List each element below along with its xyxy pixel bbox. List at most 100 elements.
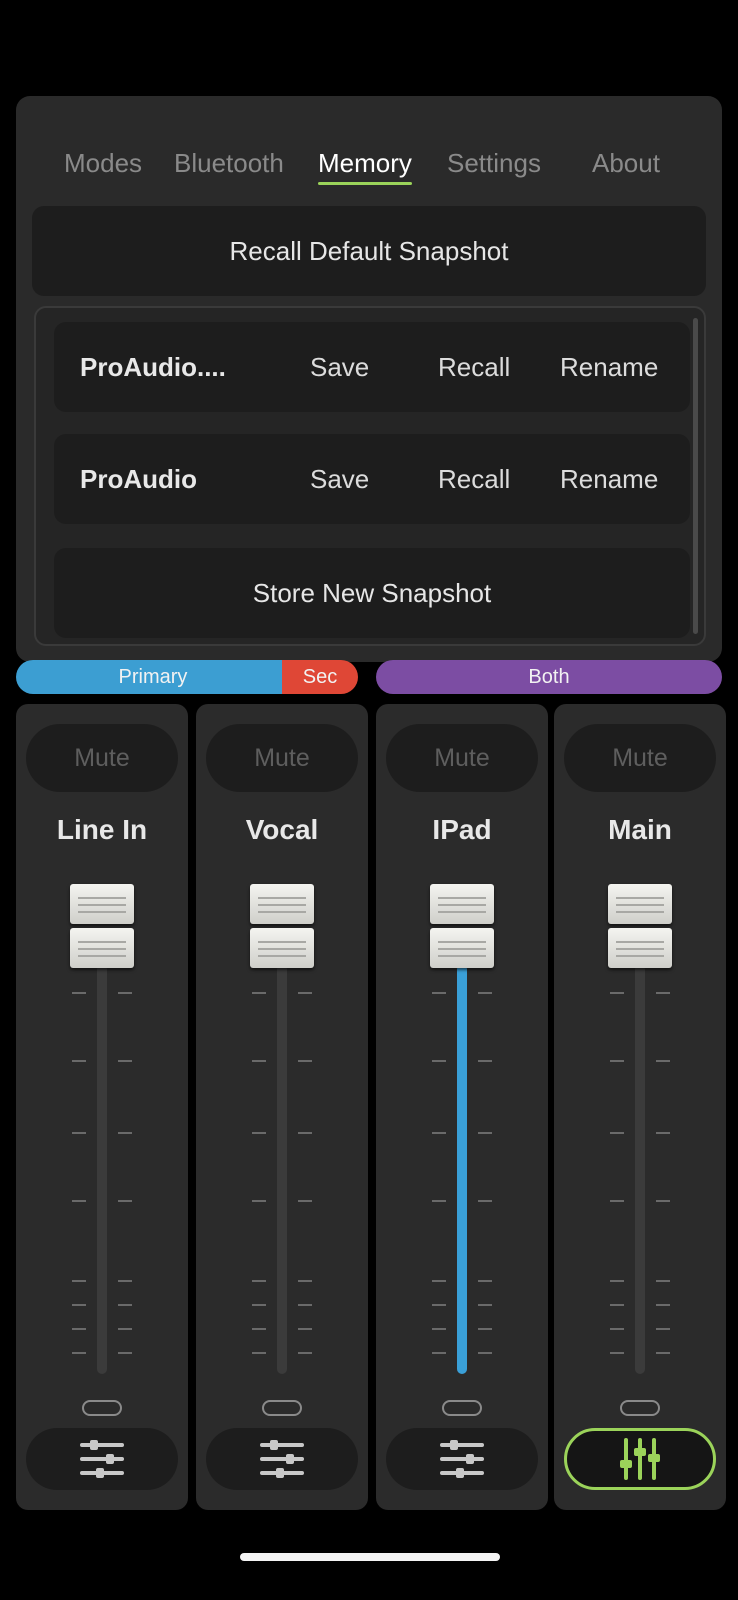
- clip-indicator: [442, 1400, 482, 1416]
- scale-tick: [432, 1328, 446, 1330]
- clip-indicator: [262, 1400, 302, 1416]
- scale-tick: [118, 1304, 132, 1306]
- scale-tick: [478, 992, 492, 994]
- scrollbar[interactable]: [693, 318, 698, 634]
- scale-tick: [298, 1352, 312, 1354]
- scale-tick: [432, 1280, 446, 1282]
- channel-name: Main: [608, 814, 672, 845]
- vertical-sliders-icon: [618, 1436, 662, 1482]
- scale-tick: [478, 1132, 492, 1134]
- channel-name: Vocal: [245, 814, 319, 845]
- scale-tick: [610, 1060, 624, 1062]
- sliders-icon: [78, 1437, 126, 1481]
- scale-tick: [298, 1280, 312, 1282]
- snapshot-list[interactable]: ProAudio.... Save Recall Rename ProAudio…: [34, 306, 706, 646]
- scale-tick: [252, 1328, 266, 1330]
- scale-tick: [478, 1304, 492, 1306]
- scale-tick: [252, 1132, 266, 1134]
- scale-tick: [432, 992, 446, 994]
- scale-tick: [656, 1304, 670, 1306]
- snapshot-name: ProAudio....: [80, 352, 226, 382]
- primary-route-bar[interactable]: Primary: [16, 660, 290, 694]
- scale-tick: [298, 992, 312, 994]
- tab-bar: Modes Bluetooth Memory Settings About: [16, 146, 722, 186]
- scale-tick: [478, 1352, 492, 1354]
- scale-tick: [72, 1060, 86, 1062]
- scale-tick: [610, 1200, 624, 1202]
- save-button[interactable]: Save: [310, 322, 369, 412]
- scale-tick: [610, 1132, 624, 1134]
- tab-bluetooth[interactable]: Bluetooth: [174, 146, 284, 180]
- rename-button[interactable]: Rename: [560, 322, 658, 412]
- rename-button[interactable]: Rename: [560, 434, 658, 524]
- scale-tick: [252, 1200, 266, 1202]
- recall-default-snapshot-button[interactable]: Recall Default Snapshot: [32, 206, 706, 296]
- fader-track[interactable]: [277, 964, 287, 1374]
- scale-tick: [252, 1280, 266, 1282]
- scale-tick: [656, 1352, 670, 1354]
- scale-tick: [252, 1060, 266, 1062]
- scale-tick: [298, 1060, 312, 1062]
- scale-tick: [118, 1132, 132, 1134]
- sliders-icon: [258, 1437, 306, 1481]
- channel-name: Line In: [56, 814, 148, 845]
- store-new-snapshot-button[interactable]: Store New Snapshot: [54, 548, 690, 638]
- tab-memory[interactable]: Memory: [318, 146, 412, 185]
- scale-tick: [610, 1304, 624, 1306]
- scale-tick: [118, 1280, 132, 1282]
- both-route-bar[interactable]: Both: [376, 660, 722, 694]
- channel-strip-ipad: Mute IPad: [376, 704, 548, 1510]
- fader-handle[interactable]: [608, 884, 672, 968]
- scale-tick: [478, 1280, 492, 1282]
- scale-tick: [432, 1132, 446, 1134]
- clip-indicator: [620, 1400, 660, 1416]
- channel-strip-vocal: Mute Vocal: [196, 704, 368, 1510]
- mute-button[interactable]: Mute: [386, 724, 538, 792]
- scale-tick: [72, 1304, 86, 1306]
- scale-tick: [656, 1280, 670, 1282]
- tab-modes[interactable]: Modes: [64, 146, 142, 180]
- snapshot-row: ProAudio Save Recall Rename: [54, 434, 690, 524]
- eq-button[interactable]: [386, 1428, 538, 1490]
- scale-tick: [298, 1328, 312, 1330]
- scale-tick: [118, 1328, 132, 1330]
- scale-tick: [656, 1328, 670, 1330]
- scale-tick: [432, 1060, 446, 1062]
- channel-strip-line-in: Mute Line In: [16, 704, 188, 1510]
- fader-handle[interactable]: [250, 884, 314, 968]
- channel-name: IPad: [432, 814, 492, 845]
- tab-settings[interactable]: Settings: [447, 146, 541, 180]
- scale-tick: [72, 1352, 86, 1354]
- memory-panel: Modes Bluetooth Memory Settings About Re…: [16, 96, 722, 662]
- scale-tick: [656, 1060, 670, 1062]
- scale-tick: [478, 1328, 492, 1330]
- mute-button[interactable]: Mute: [26, 724, 178, 792]
- save-button[interactable]: Save: [310, 434, 369, 524]
- eq-button[interactable]: [206, 1428, 358, 1490]
- scale-tick: [298, 1132, 312, 1134]
- sec-route-bar[interactable]: Sec: [282, 660, 358, 694]
- scale-tick: [118, 992, 132, 994]
- tab-about[interactable]: About: [592, 146, 660, 180]
- scale-tick: [432, 1200, 446, 1202]
- clip-indicator: [82, 1400, 122, 1416]
- fader-track[interactable]: [97, 964, 107, 1374]
- scale-tick: [118, 1352, 132, 1354]
- recall-button[interactable]: Recall: [438, 322, 510, 412]
- fader-handle[interactable]: [70, 884, 134, 968]
- channel-strip-main: Mute Main: [554, 704, 726, 1510]
- mute-button[interactable]: Mute: [564, 724, 716, 792]
- scale-tick: [610, 1280, 624, 1282]
- mute-button[interactable]: Mute: [206, 724, 358, 792]
- eq-button[interactable]: [564, 1428, 716, 1490]
- recall-button[interactable]: Recall: [438, 434, 510, 524]
- scale-tick: [656, 1132, 670, 1134]
- scale-tick: [432, 1352, 446, 1354]
- scale-tick: [72, 1280, 86, 1282]
- snapshot-row: ProAudio.... Save Recall Rename: [54, 322, 690, 412]
- fader-track[interactable]: [635, 964, 645, 1374]
- scale-tick: [298, 1304, 312, 1306]
- fader-track[interactable]: [457, 964, 467, 1374]
- fader-handle[interactable]: [430, 884, 494, 968]
- eq-button[interactable]: [26, 1428, 178, 1490]
